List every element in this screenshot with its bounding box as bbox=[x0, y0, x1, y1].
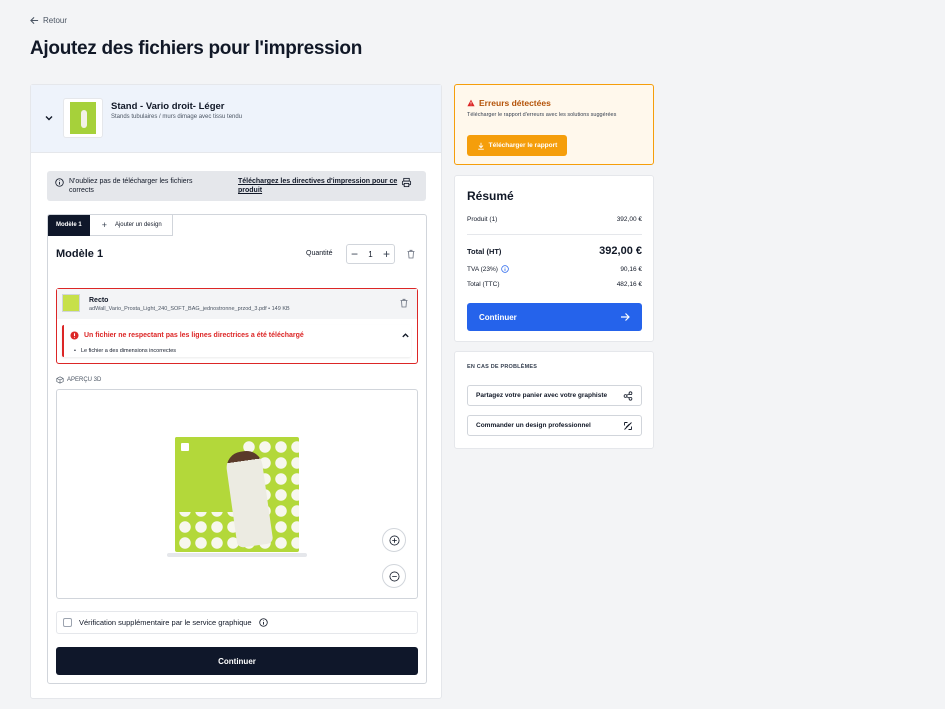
file-header: Recto adWall_Vario_Prosta_Light_240_SOFT… bbox=[57, 289, 417, 319]
warning-triangle-icon bbox=[467, 99, 475, 107]
help-title: EN CAS DE PROBLÈMES bbox=[467, 364, 538, 370]
back-link[interactable]: Retour bbox=[30, 16, 67, 25]
printer-icon[interactable] bbox=[401, 177, 412, 188]
uploaded-file-card: Recto adWall_Vario_Prosta_Light_240_SOFT… bbox=[56, 288, 418, 364]
summary-total-ttc-row: Total (TTC) 482,16 € bbox=[467, 281, 642, 288]
preview-3d-viewer[interactable] bbox=[56, 389, 418, 599]
summary-tva-row: TVA (23%) 90,16 € bbox=[467, 265, 642, 273]
summary-title: Résumé bbox=[467, 189, 514, 203]
tab-model-1[interactable]: Modèle 1 bbox=[48, 215, 90, 236]
order-design-button[interactable]: Commander un design professionnel bbox=[467, 415, 642, 436]
summary-product-row: Produit (1) 392,00 € bbox=[467, 216, 642, 223]
error-title: Un fichier ne respectant pas les lignes … bbox=[84, 332, 304, 339]
share-icon bbox=[623, 390, 633, 401]
arrow-left-icon bbox=[30, 16, 39, 25]
continue-button[interactable]: Continuer bbox=[56, 647, 418, 675]
model-title: Modèle 1 bbox=[56, 248, 104, 260]
info-icon[interactable] bbox=[258, 618, 268, 627]
preview-3d-label: APERÇU 3D bbox=[56, 376, 101, 384]
arrow-right-icon bbox=[621, 313, 630, 321]
errors-detected-card: Erreurs détectées Télécharger le rapport… bbox=[454, 84, 654, 165]
chevron-up-icon[interactable] bbox=[401, 331, 410, 340]
product-name: Stand - Vario droit- Léger bbox=[111, 101, 225, 112]
notice-text: N'oubliez pas de télécharger les fichier… bbox=[69, 178, 193, 194]
quantity-stepper[interactable]: − 1 + bbox=[346, 244, 395, 264]
file-meta: adWall_Vario_Prosta_Light_240_SOFT_BAG_j… bbox=[89, 306, 290, 312]
info-icon[interactable] bbox=[501, 265, 509, 273]
stand-preview-image bbox=[175, 437, 299, 552]
model-panel: Modèle 1 + Ajouter un design Modèle 1 Qu… bbox=[47, 214, 427, 684]
product-card: Stand - Vario droit- Léger Stands tubula… bbox=[30, 84, 442, 699]
zoom-out-icon bbox=[389, 571, 399, 581]
info-icon bbox=[55, 178, 64, 187]
chevron-down-icon[interactable] bbox=[44, 113, 54, 123]
product-subtitle: Stands tubulaires / murs dimage avec tis… bbox=[111, 114, 243, 120]
extra-verification-checkbox[interactable] bbox=[63, 618, 72, 627]
file-thumbnail bbox=[62, 294, 80, 312]
trash-icon[interactable] bbox=[406, 249, 416, 259]
product-header[interactable]: Stand - Vario droit- Léger Stands tubula… bbox=[31, 85, 441, 153]
error-icon bbox=[70, 331, 79, 340]
model-tabs: Modèle 1 + Ajouter un design bbox=[48, 215, 173, 236]
zoom-out-button[interactable] bbox=[382, 564, 406, 588]
print-guidelines-notice: N'oubliez pas de télécharger les fichier… bbox=[47, 171, 426, 201]
stand-base bbox=[167, 553, 307, 557]
plus-icon: + bbox=[101, 220, 107, 230]
help-card: EN CAS DE PROBLÈMES Partagez votre panie… bbox=[454, 351, 654, 449]
summary-total-ht-row: Total (HT) 392,00 € bbox=[467, 245, 642, 257]
back-label: Retour bbox=[43, 16, 68, 25]
guidelines-link[interactable]: Téléchargez les directives d'impression … bbox=[238, 177, 406, 195]
download-icon bbox=[477, 142, 484, 150]
logo-mark-icon bbox=[181, 443, 189, 451]
quantity-label: Quantité bbox=[306, 250, 333, 257]
file-side-label: Recto bbox=[89, 297, 109, 304]
quantity-decrease-button[interactable]: − bbox=[351, 248, 358, 260]
summary-divider bbox=[467, 234, 642, 235]
errors-description: Télécharger le rapport d'erreurs avec le… bbox=[467, 112, 617, 118]
extra-verification-option[interactable]: Vérification supplémentaire par le servi… bbox=[56, 611, 418, 634]
cube-icon bbox=[56, 376, 64, 384]
file-error-alert[interactable]: Un fichier ne respectant pas les lignes … bbox=[62, 325, 411, 357]
error-detail: Le fichier a des dimensions incorrectes bbox=[74, 348, 176, 354]
quantity-value[interactable]: 1 bbox=[368, 250, 372, 259]
summary-continue-button[interactable]: Continuer bbox=[467, 303, 642, 331]
share-cart-button[interactable]: Partagez votre panier avec votre graphis… bbox=[467, 385, 642, 406]
add-design-label: Ajouter un design bbox=[114, 222, 162, 228]
design-tool-icon bbox=[624, 421, 632, 430]
errors-title: Erreurs détectées bbox=[467, 98, 551, 108]
extra-verification-label: Vérification supplémentaire par le servi… bbox=[79, 618, 252, 627]
add-design-tab[interactable]: + Ajouter un design bbox=[89, 215, 173, 236]
summary-card: Résumé Produit (1) 392,00 € Total (HT) 3… bbox=[454, 175, 654, 342]
product-thumbnail bbox=[63, 98, 103, 138]
page-title: Ajoutez des fichiers pour l'impression bbox=[30, 38, 363, 59]
trash-icon[interactable] bbox=[399, 298, 409, 308]
quantity-increase-button[interactable]: + bbox=[383, 248, 390, 260]
download-report-button[interactable]: Télécharger le rapport bbox=[467, 135, 567, 156]
zoom-in-button[interactable] bbox=[382, 528, 406, 552]
zoom-in-icon bbox=[389, 535, 399, 545]
